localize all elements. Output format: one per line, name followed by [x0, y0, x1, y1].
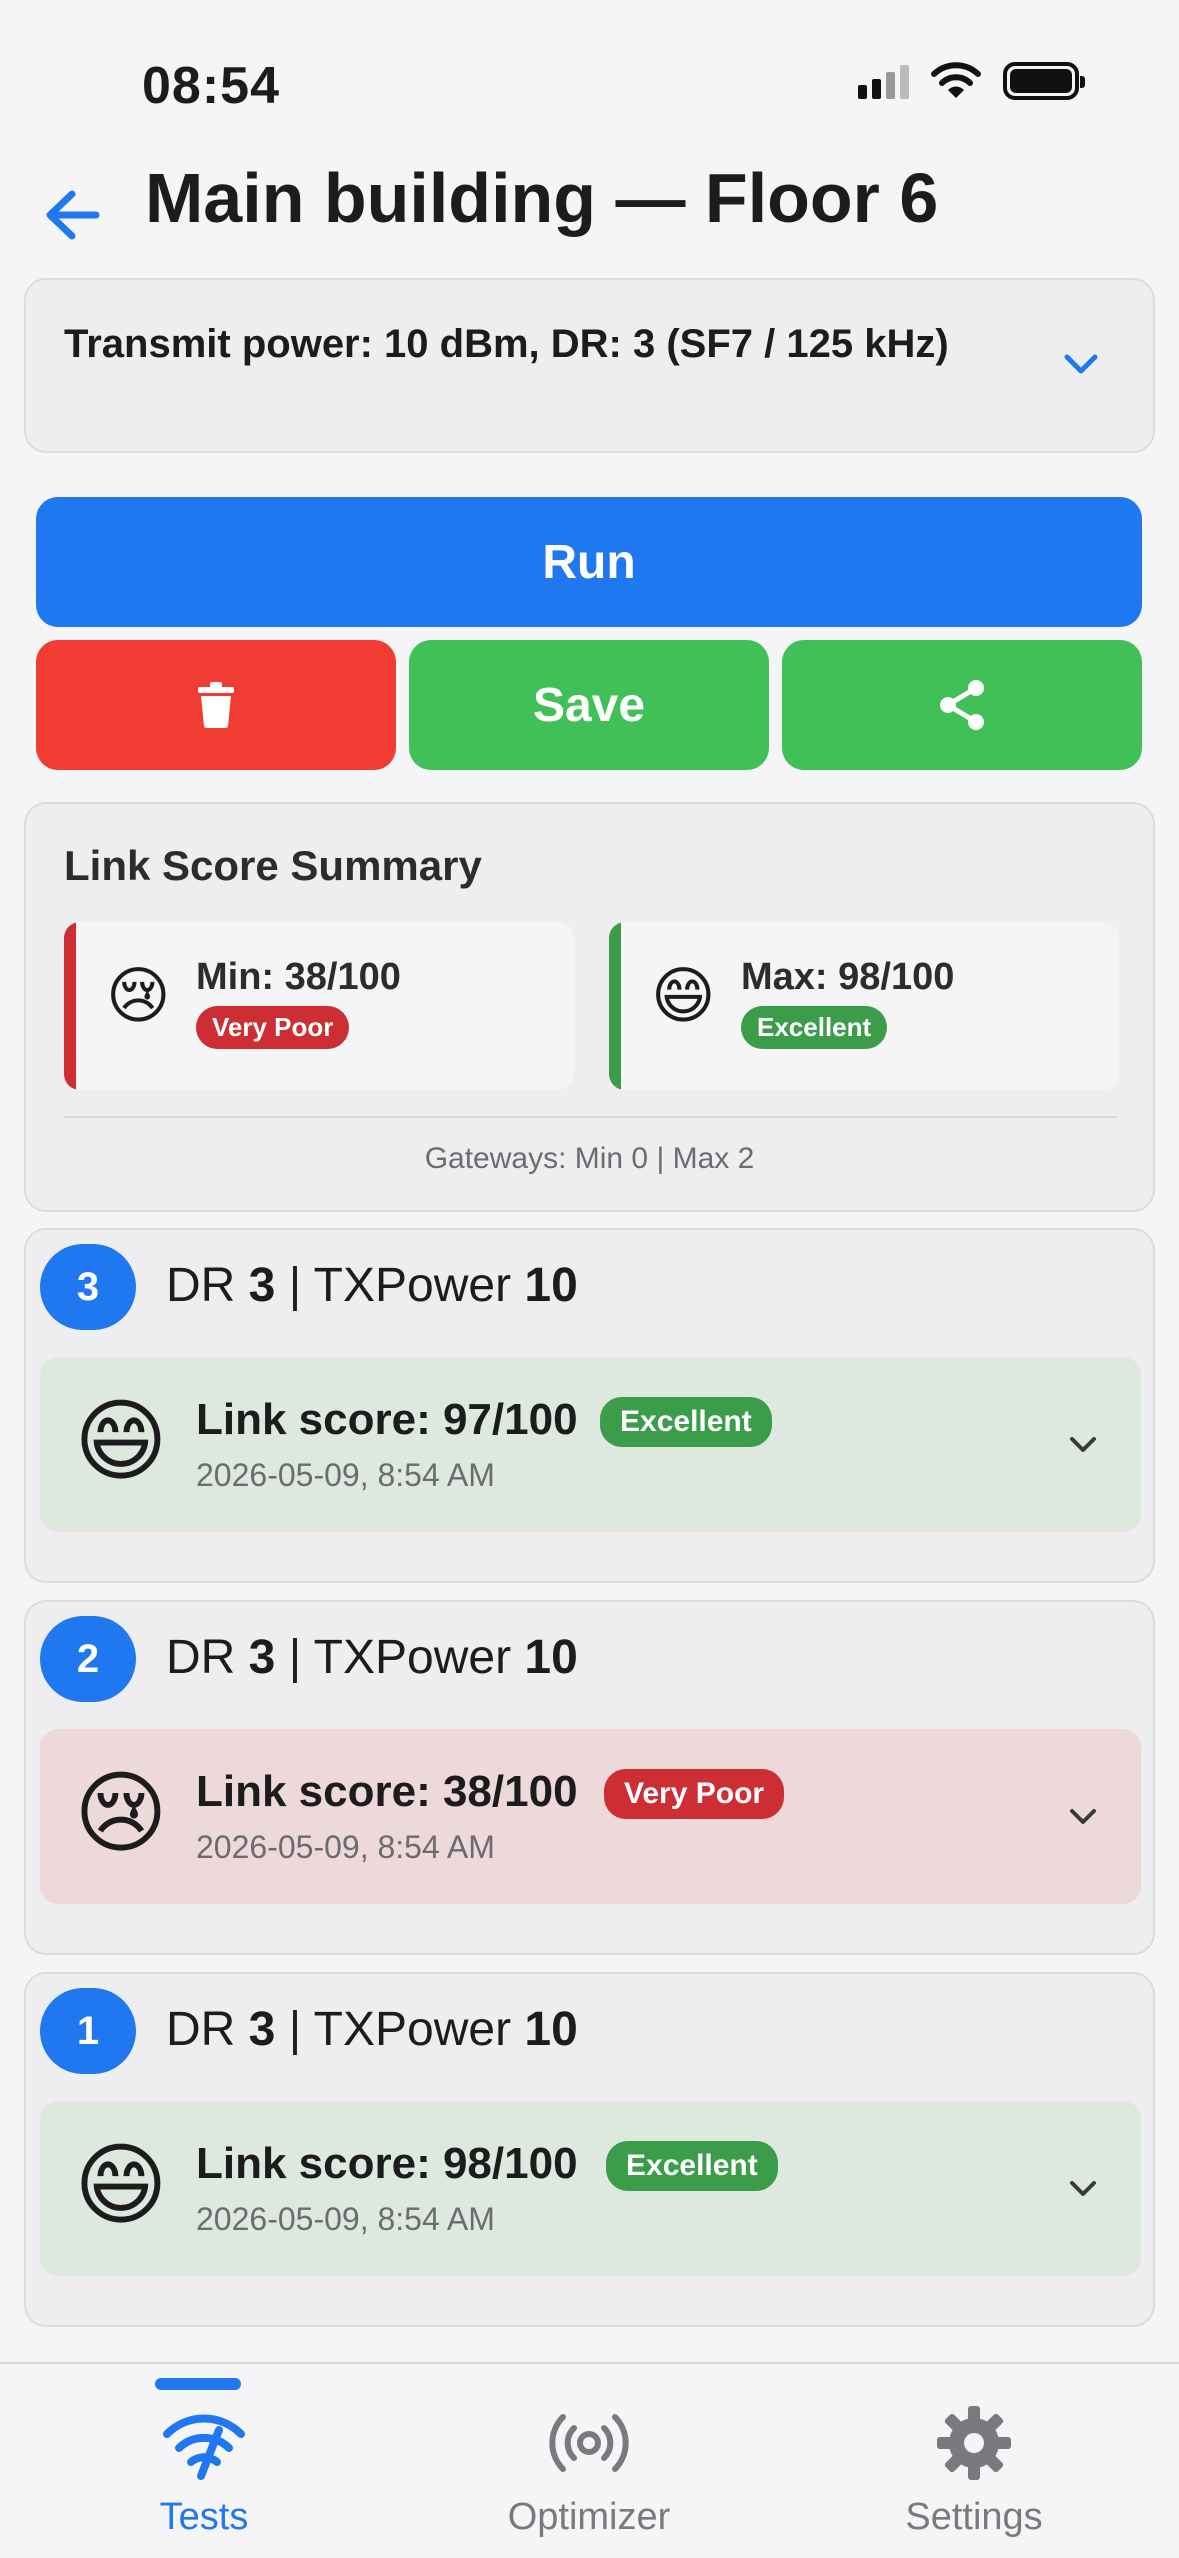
tab-optimizer-label: Optimizer	[507, 2496, 671, 2538]
status-badge: Excellent	[600, 1397, 772, 1447]
cellular-signal-icon	[858, 63, 909, 99]
gateways-summary: Gateways: Min 0 | Max 2	[424, 1142, 755, 1175]
link-score-text: Link score: 98/100	[196, 2139, 578, 2188]
crying-face-icon: 😢	[74, 1764, 168, 1864]
tab-tests[interactable]: Tests	[54, 2364, 354, 2558]
link-score-text: Link score: 38/100	[196, 1767, 578, 1816]
link-score-result[interactable]: 😄 Link score: 98/100 Excellent 2026-05-0…	[40, 2101, 1141, 2276]
back-arrow-icon[interactable]	[38, 180, 108, 250]
summary-min-label: Min: 38/100	[196, 956, 401, 998]
chevron-down-icon[interactable]	[1065, 1427, 1101, 1463]
delete-button[interactable]	[36, 640, 396, 770]
grinning-face-icon: 😄	[74, 2136, 168, 2236]
run-heading: DR 3 | TXPower 10	[166, 2003, 578, 2056]
status-badge: Very Poor	[196, 1006, 350, 1049]
summary-title: Link Score Summary	[64, 842, 482, 889]
status-icons	[858, 62, 1085, 100]
status-badge: Excellent	[741, 1006, 888, 1049]
test-run-card: 3 DR 3 | TXPower 10 😄 Link score: 97/100…	[24, 1228, 1155, 1583]
chevron-down-icon[interactable]	[1065, 2171, 1101, 2207]
status-time: 08:54	[142, 57, 280, 115]
min-indicator-bar	[64, 922, 76, 1090]
result-timestamp: 2026-05-09, 8:54 AM	[196, 2201, 495, 2237]
status-badge: Very Poor	[604, 1769, 785, 1819]
crying-face-icon: 😢	[106, 962, 171, 1031]
result-timestamp: 2026-05-09, 8:54 AM	[196, 1829, 495, 1865]
transmit-config-text: Transmit power: 10 dBm, DR: 3 (SF7 / 125…	[64, 322, 949, 366]
transmit-config-dropdown[interactable]: Transmit power: 10 dBm, DR: 3 (SF7 / 125…	[24, 278, 1155, 453]
save-button[interactable]: Save	[409, 640, 769, 770]
tab-optimizer[interactable]: Optimizer	[439, 2364, 739, 2558]
link-score-result[interactable]: 😄 Link score: 97/100 Excellent 2026-05-0…	[40, 1357, 1141, 1532]
test-run-card: 1 DR 3 | TXPower 10 😄 Link score: 98/100…	[24, 1972, 1155, 2327]
share-button[interactable]	[782, 640, 1142, 770]
run-number-badge: 3	[40, 1244, 136, 1330]
run-heading: DR 3 | TXPower 10	[166, 1259, 578, 1312]
battery-icon	[1003, 62, 1085, 100]
run-heading: DR 3 | TXPower 10	[166, 1631, 578, 1684]
active-tab-indicator	[155, 2378, 241, 2390]
link-score-summary-card: Link Score Summary 😢 Min: 38/100 Very Po…	[24, 802, 1155, 1212]
wifi-signal-icon	[163, 2414, 245, 2480]
tab-bar: Tests Optimizer Settings	[0, 2362, 1179, 2556]
run-number-badge: 1	[40, 1988, 136, 2074]
max-indicator-bar	[609, 922, 621, 1090]
summary-min-card: 😢 Min: 38/100 Very Poor	[64, 922, 574, 1090]
summary-max-label: Max: 98/100	[741, 956, 955, 998]
chevron-down-icon[interactable]	[1065, 1799, 1101, 1835]
run-number-badge: 2	[40, 1616, 136, 1702]
trash-icon	[198, 682, 234, 728]
wifi-icon	[931, 62, 981, 98]
status-badge: Excellent	[606, 2141, 778, 2191]
status-bar: 08:54	[0, 0, 1179, 160]
broadcast-icon	[549, 2414, 629, 2472]
page-title: Main building — Floor 6	[145, 159, 939, 237]
grinning-face-icon: 😄	[74, 1392, 168, 1492]
gear-icon	[937, 2406, 1011, 2480]
share-icon	[940, 680, 984, 730]
result-timestamp: 2026-05-09, 8:54 AM	[196, 1457, 495, 1493]
grinning-face-icon: 😄	[651, 962, 716, 1031]
tab-settings[interactable]: Settings	[824, 2364, 1124, 2558]
run-button[interactable]: Run	[36, 497, 1142, 627]
divider	[64, 1116, 1117, 1118]
chevron-down-icon	[1064, 354, 1098, 374]
header: Main building — Floor 6	[0, 150, 1179, 260]
tab-tests-label: Tests	[159, 2496, 249, 2538]
link-score-text: Link score: 97/100	[196, 1395, 578, 1444]
tab-settings-label: Settings	[905, 2496, 1043, 2538]
summary-max-card: 😄 Max: 98/100 Excellent	[609, 922, 1119, 1090]
link-score-result[interactable]: 😢 Link score: 38/100 Very Poor 2026-05-0…	[40, 1729, 1141, 1904]
test-run-card: 2 DR 3 | TXPower 10 😢 Link score: 38/100…	[24, 1600, 1155, 1955]
